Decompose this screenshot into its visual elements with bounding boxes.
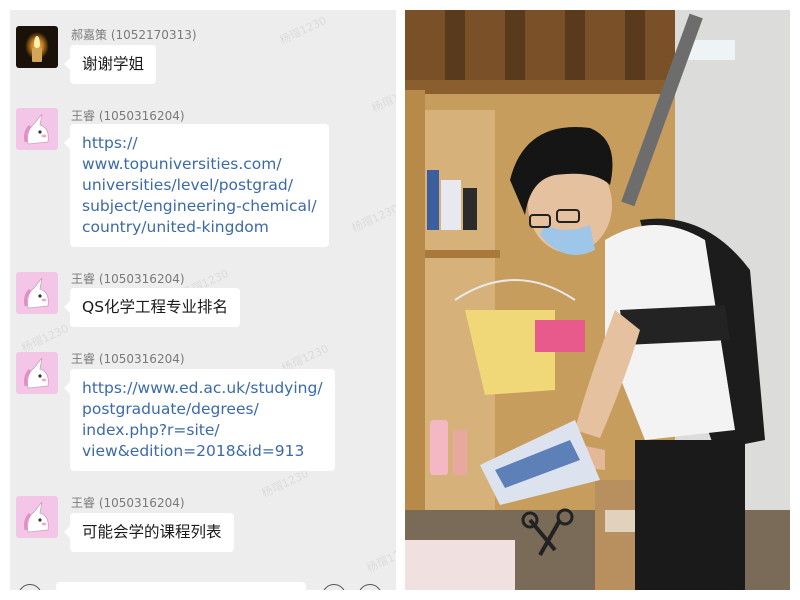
link-text[interactable]: index.php?r=site/	[82, 420, 323, 441]
sender-name: 王睿 (1050316204)	[71, 352, 185, 366]
message-bubble[interactable]: 谢谢学姐	[63, 45, 157, 84]
watermark: 杨瑁1230	[277, 13, 329, 47]
link-text[interactable]: subject/engineering-chemical/	[82, 196, 317, 217]
watermark: 杨瑁1230	[349, 201, 396, 235]
watermark: 杨瑁1230	[19, 321, 71, 355]
link-text[interactable]: https://	[82, 133, 317, 154]
link-text[interactable]: view&edition=2018&id=913	[82, 441, 323, 462]
sender-name: 王睿 (1050316204)	[71, 496, 185, 510]
sender-name: 郝嘉策 (1052170313)	[71, 28, 197, 42]
link-text[interactable]: https://www.ed.ac.uk/studying/	[82, 378, 323, 399]
link-text[interactable]: www.topuniversities.com/	[82, 154, 317, 175]
chat-panel[interactable]: 杨瑁1230 杨瑁1230 杨瑁1230 杨瑁1230 杨瑁1230 杨瑁123…	[10, 10, 396, 590]
sender-name: 王睿 (1050316204)	[71, 272, 185, 286]
link-text[interactable]: country/united-kingdom	[82, 217, 317, 238]
link-text[interactable]: universities/level/postgrad/	[82, 175, 317, 196]
voice-icon[interactable]	[18, 584, 42, 590]
message-input[interactable]	[56, 582, 306, 590]
link-text[interactable]: postgraduate/degrees/	[82, 399, 323, 420]
watermark: 杨瑁1230	[369, 81, 396, 115]
link-message-bubble[interactable]: https:// www.topuniversities.com/ univer…	[64, 124, 329, 247]
unicorn-avatar[interactable]	[16, 272, 58, 314]
message-text: 可能会学的课程列表	[82, 523, 222, 541]
input-bar	[10, 578, 396, 590]
emoji-icon[interactable]	[322, 584, 346, 590]
candle-avatar[interactable]	[16, 26, 58, 68]
unicorn-avatar[interactable]	[16, 352, 58, 394]
dorm-photo-illustration	[405, 10, 790, 590]
unicorn-avatar[interactable]	[16, 108, 58, 150]
message-text: 谢谢学姐	[82, 55, 145, 73]
message-bubble[interactable]: 可能会学的课程列表	[64, 513, 234, 552]
message-bubble[interactable]: QS化学工程专业排名	[63, 288, 241, 327]
message-text: QS化学工程专业排名	[82, 298, 229, 316]
link-message-bubble[interactable]: https://www.ed.ac.uk/studying/ postgradu…	[64, 369, 335, 471]
unicorn-avatar[interactable]	[16, 496, 58, 538]
sender-name: 王睿 (1050316204)	[71, 109, 185, 123]
add-icon[interactable]	[358, 584, 382, 590]
watermark: 杨瑁1230	[364, 541, 396, 575]
photo-student-packing	[405, 10, 790, 590]
